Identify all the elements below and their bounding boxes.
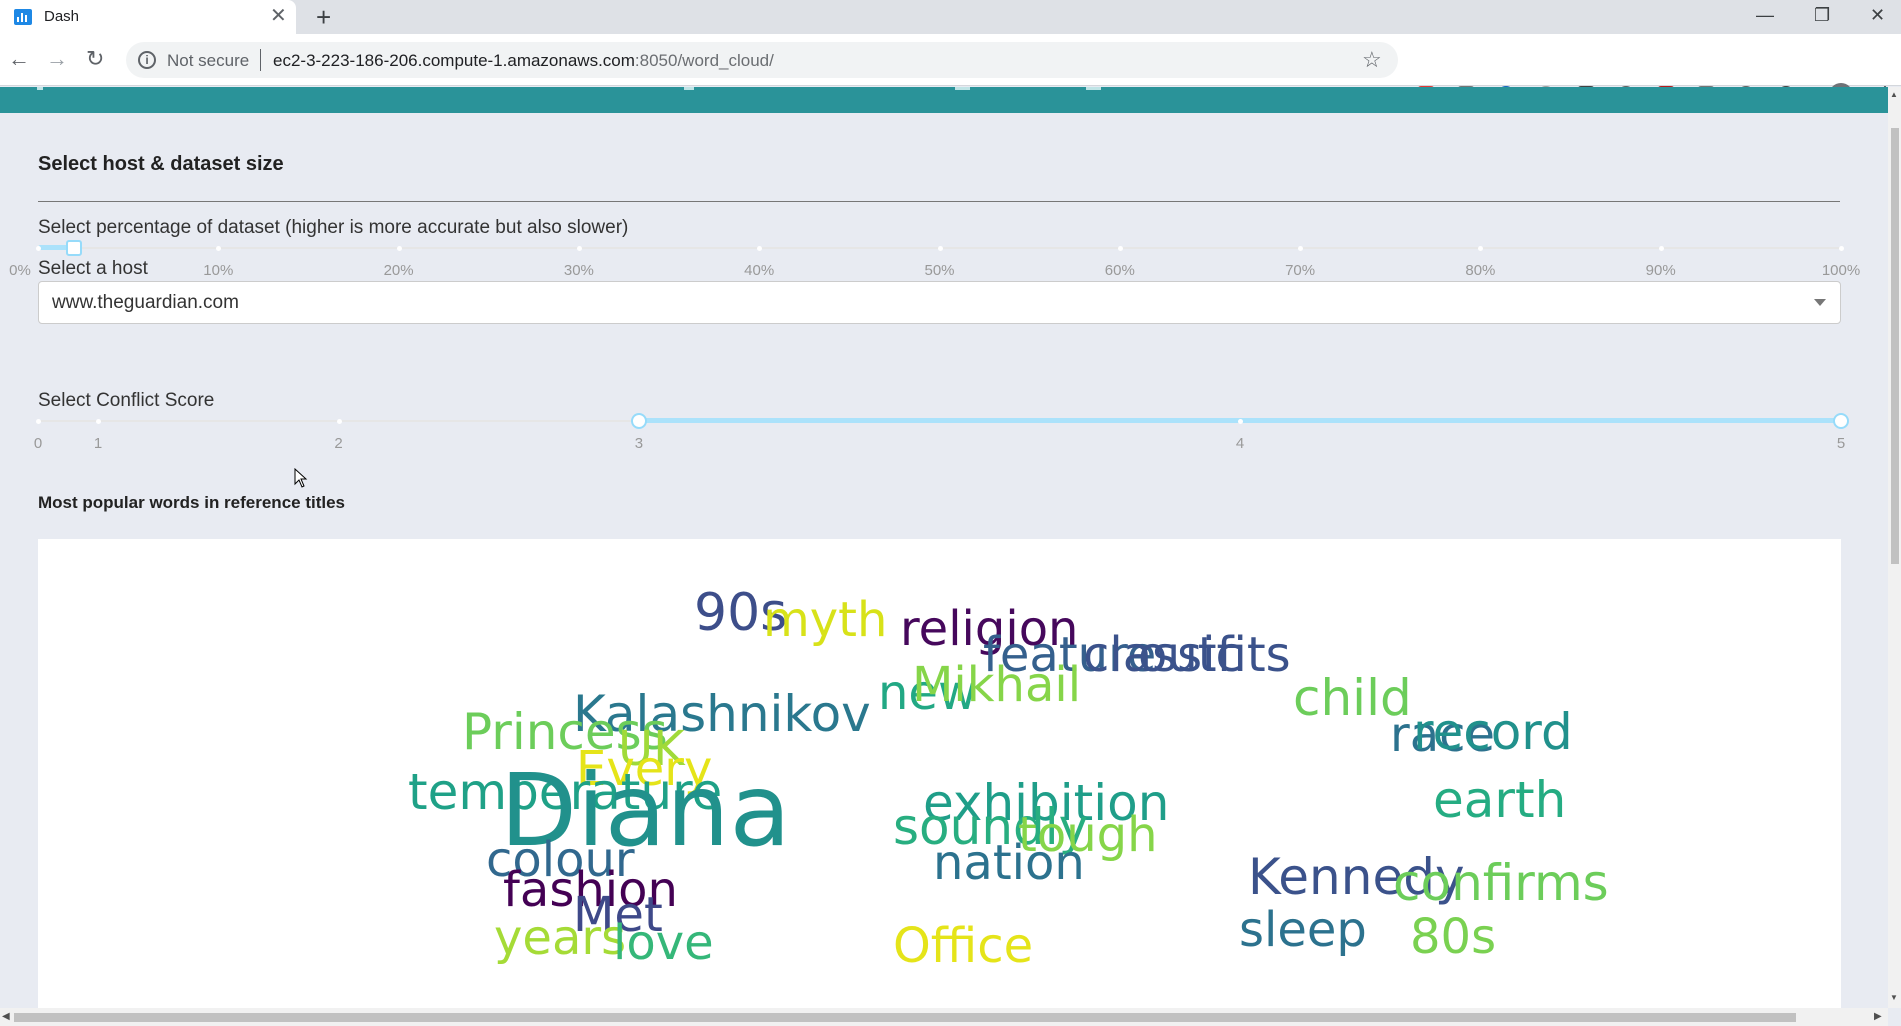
host-dropdown[interactable]: www.theguardian.com bbox=[38, 281, 1841, 324]
url-divider bbox=[260, 49, 261, 71]
page-viewport: Select host & dataset size Select percen… bbox=[0, 87, 1888, 1008]
slider-tick bbox=[36, 419, 41, 424]
forward-icon[interactable]: → bbox=[46, 46, 68, 72]
slider-tick bbox=[1117, 246, 1123, 251]
tab-strip: Dash ✕ + — ❐ ✕ bbox=[0, 0, 1901, 34]
slider-tick bbox=[216, 246, 222, 251]
slider-mark-label: 5 bbox=[1836, 435, 1846, 452]
slider-tick bbox=[1839, 419, 1844, 424]
scroll-right-icon[interactable]: ▶ bbox=[1874, 1011, 1882, 1022]
slider-tick bbox=[336, 419, 342, 424]
conflict-slider-label: Select Conflict Score bbox=[38, 390, 215, 411]
slider-mark-label: 50% bbox=[924, 262, 955, 279]
cloud-word: confirms bbox=[1393, 854, 1609, 912]
scroll-down-icon[interactable]: ▼ bbox=[1890, 993, 1898, 1002]
slider-tick bbox=[96, 419, 102, 424]
slider-mark-label: 0% bbox=[9, 262, 31, 279]
slider-mark-label: 100% bbox=[1821, 262, 1861, 279]
close-window-button[interactable]: ✕ bbox=[1870, 4, 1885, 26]
cloud-word: Mikhail bbox=[912, 657, 1082, 713]
cloud-word: years bbox=[494, 910, 627, 966]
cloud-word: record bbox=[1413, 703, 1573, 761]
slider-tick bbox=[576, 246, 582, 251]
browser-tab[interactable]: Dash ✕ bbox=[0, 0, 296, 34]
dataset-slider-label: Select percentage of dataset (higher is … bbox=[38, 217, 629, 238]
cloud-word: earth bbox=[1433, 771, 1567, 829]
horizontal-scrollbar[interactable]: ◀ ▶ bbox=[0, 1008, 1888, 1026]
slider-tick bbox=[1238, 419, 1244, 424]
slider-mark-label: 1 bbox=[93, 435, 103, 452]
slider-mark-label: 10% bbox=[203, 262, 234, 279]
section-title: Select host & dataset size bbox=[38, 153, 284, 175]
back-icon[interactable]: ← bbox=[8, 46, 30, 72]
slider-mark-label: 30% bbox=[563, 262, 594, 279]
bookmark-star-icon[interactable]: ☆ bbox=[1362, 47, 1382, 73]
maximize-button[interactable]: ❐ bbox=[1814, 4, 1830, 26]
slider-mark-label: 80% bbox=[1465, 262, 1496, 279]
app-header-band bbox=[0, 87, 1888, 113]
header-fragment bbox=[37, 87, 43, 90]
cloud-word: Office bbox=[893, 918, 1034, 974]
slider-mark-label: 60% bbox=[1104, 262, 1135, 279]
header-fragment bbox=[955, 87, 970, 90]
horizontal-scroll-thumb[interactable] bbox=[14, 1013, 1796, 1022]
tab-title: Dash bbox=[44, 8, 80, 25]
cloud-word: sleep bbox=[1239, 902, 1367, 958]
host-selected-value: www.theguardian.com bbox=[52, 292, 239, 313]
slider-mark-label: 70% bbox=[1285, 262, 1316, 279]
info-icon[interactable]: i bbox=[138, 51, 156, 69]
dataset-slider-handle[interactable] bbox=[66, 240, 83, 256]
slider-tick bbox=[396, 246, 402, 251]
host-label: Select a host bbox=[38, 258, 148, 279]
chevron-down-icon[interactable] bbox=[1814, 299, 1826, 306]
vertical-scroll-thumb[interactable] bbox=[1891, 128, 1899, 564]
mouse-cursor-icon bbox=[294, 468, 308, 488]
header-fragment bbox=[1086, 87, 1101, 90]
slider-mark-label: 40% bbox=[744, 262, 775, 279]
url-path: :8050/word_cloud/ bbox=[634, 51, 774, 70]
slider-tick bbox=[1298, 246, 1304, 251]
slider-mark-label: 4 bbox=[1235, 435, 1245, 452]
slider-tick bbox=[1839, 246, 1844, 251]
slider-mark-label: 20% bbox=[383, 262, 414, 279]
slider-mark-label: 3 bbox=[634, 435, 644, 452]
slider-tick bbox=[757, 246, 763, 251]
minimize-button[interactable]: — bbox=[1756, 4, 1774, 26]
cloud-word: nation bbox=[933, 835, 1085, 891]
scroll-left-icon[interactable]: ◀ bbox=[2, 1011, 10, 1022]
close-tab-icon[interactable]: ✕ bbox=[270, 5, 287, 27]
new-tab-button[interactable]: + bbox=[316, 3, 331, 31]
cloud-word: love bbox=[613, 915, 714, 971]
slider-mark-label: 90% bbox=[1645, 262, 1676, 279]
slider-tick bbox=[36, 246, 41, 251]
reload-icon[interactable]: ↻ bbox=[86, 46, 104, 72]
wordcloud-title: Most popular words in reference titles bbox=[38, 493, 346, 512]
url-text[interactable]: ec2-3-223-186-206.compute-1.amazonaws.co… bbox=[273, 51, 774, 71]
word-cloud: 90s myth religion feature classic outfits new M… bbox=[38, 539, 1841, 1008]
slider-tick bbox=[937, 246, 943, 251]
url-host: ec2-3-223-186-206.compute-1.amazonaws.co… bbox=[273, 51, 635, 70]
address-bar[interactable]: i Not secure ec2-3-223-186-206.compute-1… bbox=[126, 42, 1398, 78]
header-fragment bbox=[684, 87, 694, 90]
slider-tick bbox=[1658, 246, 1664, 251]
cloud-word: myth bbox=[763, 592, 888, 648]
slider-tick bbox=[636, 419, 642, 424]
vertical-scrollbar[interactable]: ▲ ▼ bbox=[1888, 87, 1901, 1008]
cloud-word: 80s bbox=[1410, 909, 1497, 965]
toolbar: ← → ↻ i Not secure ec2-3-223-186-206.com… bbox=[0, 34, 1901, 107]
scroll-up-icon[interactable]: ▲ bbox=[1890, 90, 1898, 99]
slider-tick bbox=[1478, 246, 1484, 251]
slider-mark-label: 2 bbox=[334, 435, 343, 452]
cloud-word: outfits bbox=[1138, 627, 1291, 683]
security-label: Not secure bbox=[167, 51, 250, 70]
dash-chart-icon bbox=[14, 9, 32, 25]
divider bbox=[38, 201, 1840, 202]
slider-mark-label: 0 bbox=[33, 435, 43, 452]
